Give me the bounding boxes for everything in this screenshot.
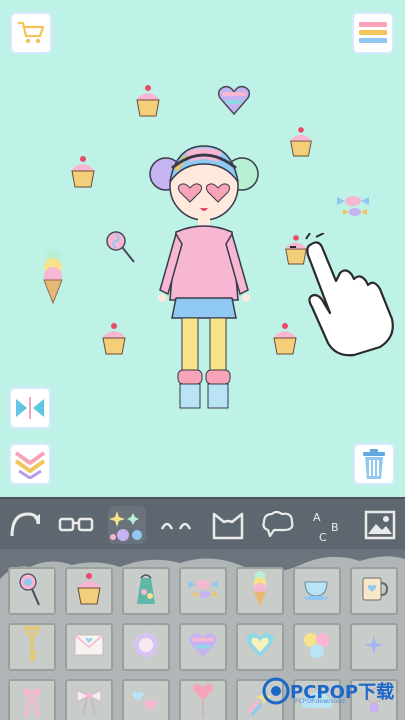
cupcake-sticker[interactable]	[287, 125, 315, 163]
tab-blush[interactable]	[158, 506, 196, 544]
ice-cream-cone-icon	[250, 569, 270, 613]
tray-item-small-hearts[interactable]	[122, 679, 170, 720]
tray-item-ice-cream-cone[interactable]	[236, 567, 284, 615]
tray-item-heart-frame[interactable]	[236, 623, 284, 671]
cupcake-icon	[74, 572, 104, 610]
tray-item-envelope[interactable]	[65, 623, 113, 671]
heart-lollipop-icon	[191, 682, 215, 720]
tray-item-macarons[interactable]	[293, 623, 341, 671]
wrapped-candy-sticker[interactable]	[335, 193, 371, 223]
cat-ears-icon	[210, 510, 246, 540]
heart-frame-icon	[244, 630, 276, 664]
shop-button[interactable]	[10, 12, 52, 54]
watermark-sub: PCPOP.download	[295, 698, 345, 705]
shopping-cart-icon	[16, 20, 46, 46]
key-icon	[22, 625, 42, 669]
text-abc-c: C	[319, 531, 327, 543]
cookie-badge-icon	[130, 629, 162, 665]
trash-button[interactable]	[353, 443, 395, 485]
pastel-hearts-icon	[187, 630, 219, 664]
dressup-stage[interactable]	[0, 0, 405, 497]
menu-button[interactable]	[352, 12, 394, 54]
mug-icon	[359, 574, 389, 608]
candy-bag-icon	[131, 572, 161, 610]
watermark: PCPOP下载 PCPOP.download	[262, 668, 402, 714]
tray-item-pastel-hearts[interactable]	[179, 623, 227, 671]
wrapped-candy-icon	[186, 577, 220, 605]
hamburger-menu-icon	[357, 20, 389, 46]
tab-ears[interactable]	[209, 506, 247, 544]
collapse-button[interactable]	[9, 443, 51, 485]
teacup-icon	[301, 578, 333, 604]
lollipop-icon	[17, 571, 47, 611]
category-toolbar: A B C	[0, 497, 405, 551]
double-chevron-down-icon	[13, 449, 47, 479]
bow-icon	[75, 686, 103, 720]
headband-icon	[8, 510, 42, 540]
tab-stickers[interactable]	[107, 506, 147, 544]
tab-glasses[interactable]	[57, 506, 95, 544]
blush-icon	[159, 517, 195, 533]
tray-item-key[interactable]	[8, 623, 56, 671]
sparkle-icon	[362, 633, 386, 661]
background-image-icon	[364, 510, 396, 540]
envelope-icon	[73, 633, 105, 661]
lollipop-sticker[interactable]	[104, 229, 138, 269]
tray-item-bow[interactable]	[65, 679, 113, 720]
text-abc-icon: A B C	[309, 507, 349, 543]
tray-item-ribbon[interactable]	[8, 679, 56, 720]
pastel-heart-sticker[interactable]	[216, 84, 252, 120]
flip-button[interactable]	[9, 387, 51, 429]
sparkle-stickers-icon	[107, 507, 147, 543]
cupcake-sticker[interactable]	[68, 155, 98, 193]
tray-item-cookie-badge[interactable]	[122, 623, 170, 671]
trash-can-icon	[360, 448, 388, 480]
tap-hint-hand-icon	[288, 232, 398, 361]
tab-background[interactable]	[361, 506, 399, 544]
tab-headband[interactable]	[6, 506, 44, 544]
tab-speech-bubble[interactable]	[259, 506, 297, 544]
text-abc-b: B	[331, 521, 339, 534]
tray-item-cupcake[interactable]	[65, 567, 113, 615]
tray-item-wrapped-candy[interactable]	[179, 567, 227, 615]
ice-cream-sticker[interactable]	[38, 247, 68, 309]
tab-text[interactable]: A B C	[310, 506, 348, 544]
cupcake-sticker[interactable]	[133, 84, 163, 122]
tray-item-teacup[interactable]	[293, 567, 341, 615]
tray-item-heart-lollipop[interactable]	[179, 679, 227, 720]
small-hearts-icon	[130, 687, 162, 719]
doll-character[interactable]	[146, 140, 262, 424]
tray-item-mug[interactable]	[350, 567, 398, 615]
cupcake-sticker[interactable]	[99, 322, 129, 360]
glasses-icon	[58, 515, 94, 535]
tray-item-lollipop[interactable]	[8, 567, 56, 615]
tray-item-sparkle[interactable]	[350, 623, 398, 671]
pcpop-logo-icon	[262, 677, 290, 705]
ribbon-icon	[20, 683, 44, 720]
text-abc-a: A	[313, 511, 321, 524]
tray-item-candy-bag[interactable]	[122, 567, 170, 615]
macarons-icon	[301, 630, 333, 664]
flip-horizontal-icon	[13, 395, 47, 421]
speech-bubble-icon	[260, 510, 296, 540]
